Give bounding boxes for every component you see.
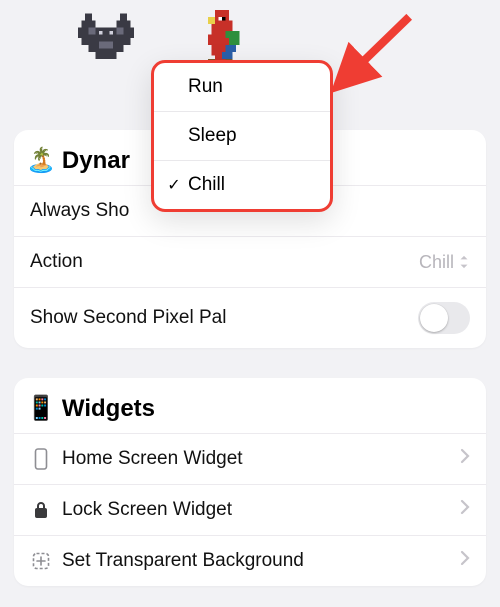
- menu-item-run[interactable]: Run: [154, 63, 330, 111]
- section-header-widgets: 📱 Widgets: [14, 378, 486, 433]
- action-context-menu: Run Sleep ✓ Chill: [151, 60, 333, 212]
- row-show-second-pixel-pal: Show Second Pixel Pal: [14, 287, 486, 348]
- checkmark-icon: ✓: [164, 175, 184, 195]
- row-label: Always Sho: [30, 200, 129, 222]
- arrow-annotation: [330, 6, 420, 96]
- add-frame-icon: [30, 552, 52, 570]
- chevron-right-icon: [460, 499, 470, 521]
- row-transparent-background[interactable]: Set Transparent Background: [14, 535, 486, 586]
- row-action-value: Chill: [419, 252, 470, 273]
- bat-pixel-sprite: [78, 10, 134, 66]
- menu-item-label: Run: [188, 76, 223, 98]
- widgets-settings-card: 📱 Widgets Home Screen Widget Lock Screen…: [14, 378, 486, 586]
- row-lock-screen-widget[interactable]: Lock Screen Widget: [14, 484, 486, 535]
- phone-outline-icon: [30, 448, 52, 470]
- row-label: Set Transparent Background: [62, 550, 304, 572]
- row-label: Action: [30, 251, 83, 273]
- action-value-text: Chill: [419, 252, 454, 273]
- row-home-screen-widget[interactable]: Home Screen Widget: [14, 433, 486, 484]
- pixel-sprites-row: [0, 0, 500, 66]
- menu-item-label: Sleep: [188, 125, 237, 147]
- row-label: Lock Screen Widget: [62, 499, 232, 521]
- island-emoji-icon: 🏝️: [26, 146, 56, 175]
- chevron-right-icon: [460, 448, 470, 470]
- menu-item-sleep[interactable]: Sleep: [154, 111, 330, 160]
- parrot-pixel-sprite: [194, 10, 250, 66]
- section-title: Dynar: [62, 147, 130, 175]
- row-action[interactable]: Action Chill: [14, 236, 486, 287]
- lock-icon: [30, 500, 52, 520]
- menu-item-chill[interactable]: ✓ Chill: [154, 160, 330, 209]
- toggle-knob: [420, 304, 448, 332]
- show-second-toggle[interactable]: [418, 302, 470, 334]
- up-down-chevron-icon: [458, 255, 470, 269]
- phone-emoji-icon: 📱: [26, 394, 56, 423]
- chevron-right-icon: [460, 550, 470, 572]
- row-label: Show Second Pixel Pal: [30, 307, 226, 329]
- menu-item-label: Chill: [188, 174, 225, 196]
- row-label: Home Screen Widget: [62, 448, 243, 470]
- section-title: Widgets: [62, 395, 155, 423]
